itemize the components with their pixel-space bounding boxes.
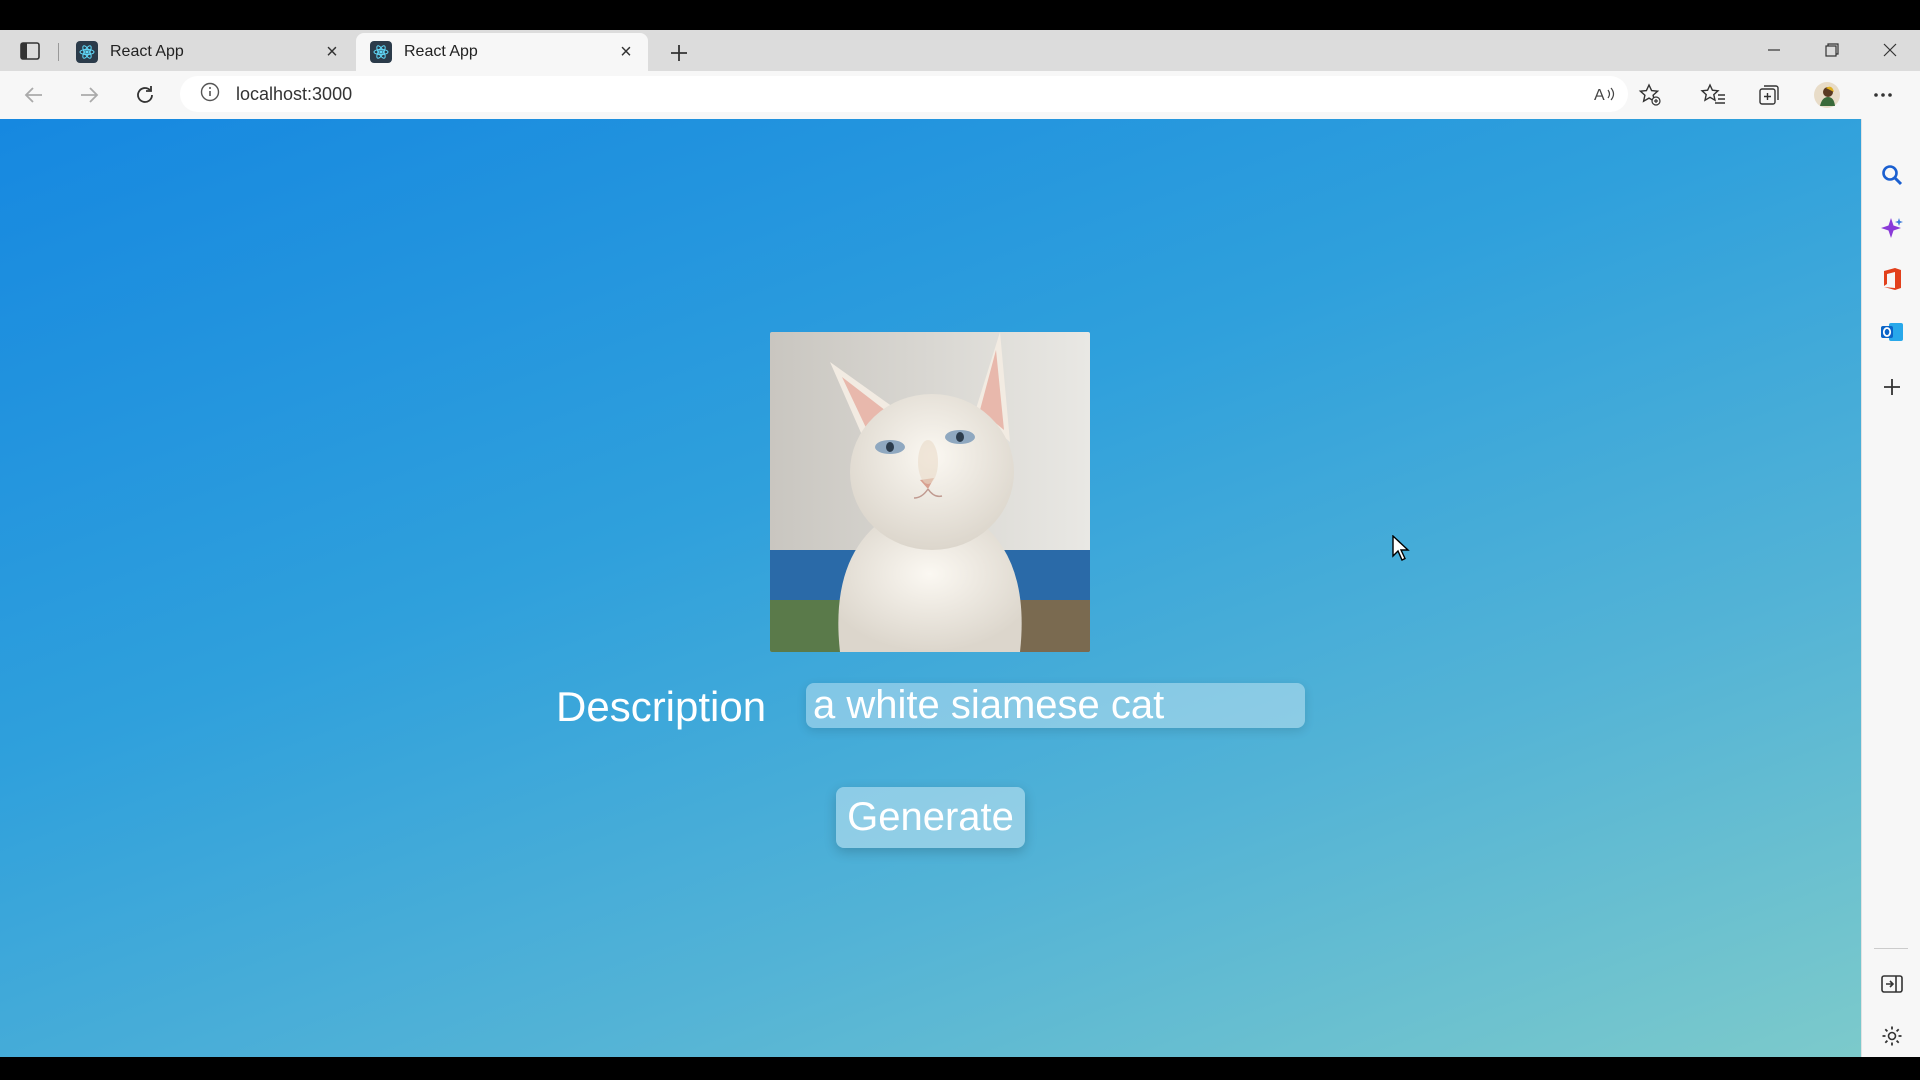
description-input[interactable] [806, 683, 1305, 728]
tab-actions-icon[interactable] [10, 36, 50, 66]
address-bar-row: localhost:3000 A [0, 71, 1920, 117]
tab-strip: React App × React App × [0, 30, 1920, 71]
close-icon[interactable] [1862, 34, 1918, 66]
more-icon[interactable] [1866, 78, 1900, 112]
restore-icon[interactable] [1804, 34, 1860, 66]
tab-separator [58, 43, 59, 61]
refresh-icon[interactable] [128, 78, 162, 112]
browser-window: React App × React App × localhost:3000 A… [0, 30, 1920, 1057]
add-icon[interactable] [1876, 371, 1908, 403]
generated-image [770, 332, 1090, 652]
description-label: Description [556, 683, 767, 730]
mouse-cursor-icon [1392, 534, 1410, 561]
settings-icon[interactable] [1876, 1020, 1908, 1052]
screen-top-bar [0, 0, 1920, 30]
tab-active[interactable]: React App × [356, 33, 648, 71]
new-tab-button[interactable] [664, 38, 694, 68]
edge-sidebar [1861, 119, 1920, 1057]
back-arrow-icon[interactable] [17, 78, 51, 112]
avatar[interactable] [1810, 78, 1844, 112]
forward-arrow-icon[interactable] [72, 78, 106, 112]
favorites-icon[interactable] [1696, 78, 1730, 112]
hide-sidebar-icon[interactable] [1876, 968, 1908, 1000]
search-icon[interactable] [1876, 159, 1908, 191]
tab-title: React App [110, 43, 184, 60]
url-text[interactable]: localhost:3000 [236, 84, 352, 105]
minimize-icon[interactable] [1746, 34, 1802, 66]
tab-inactive[interactable]: React App × [62, 33, 354, 71]
generate-button[interactable]: Generate [836, 787, 1025, 848]
outlook-icon[interactable] [1876, 316, 1908, 348]
page-viewport: Description Generate [0, 119, 1861, 1057]
office-icon[interactable] [1876, 263, 1908, 295]
sidebar-divider [1874, 948, 1908, 949]
react-icon [76, 41, 98, 63]
info-icon[interactable] [200, 82, 220, 107]
tab-close-icon[interactable]: × [320, 40, 344, 64]
svg-text:A: A [1594, 87, 1605, 103]
star-plus-icon[interactable] [1633, 78, 1667, 112]
address-bar[interactable]: localhost:3000 A [180, 76, 1628, 112]
read-aloud-icon[interactable]: A [1590, 80, 1620, 108]
tab-close-icon[interactable]: × [614, 40, 638, 64]
react-icon [370, 41, 392, 63]
screen-bottom-bar [0, 1057, 1920, 1080]
collections-icon[interactable] [1752, 78, 1786, 112]
copilot-icon[interactable] [1876, 212, 1908, 244]
tab-title: React App [404, 43, 478, 60]
